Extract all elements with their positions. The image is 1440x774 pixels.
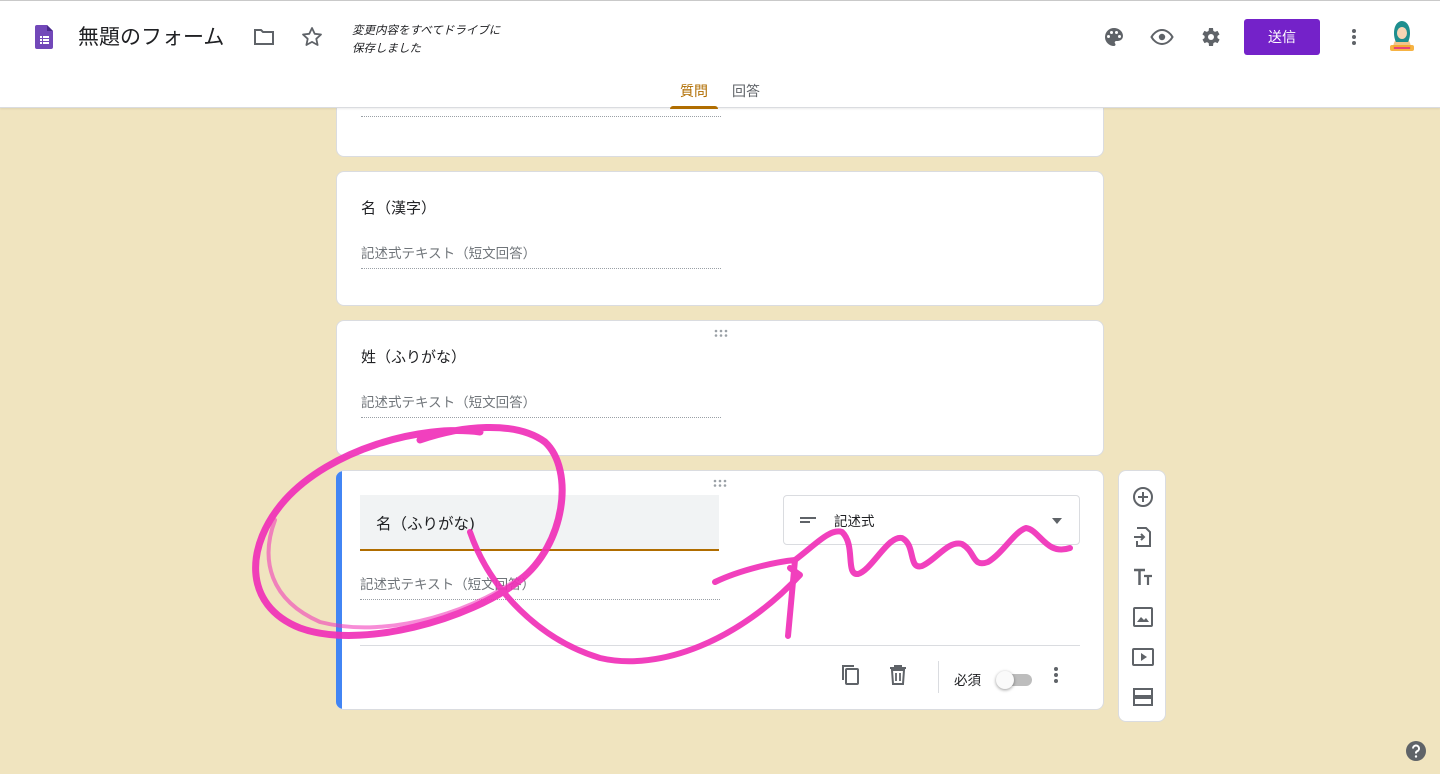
delete-trash-icon[interactable]: [886, 663, 910, 687]
question-card[interactable]: 名（漢字） 記述式テキスト（短文回答）: [336, 171, 1104, 306]
question-type-select[interactable]: 記述式: [783, 495, 1080, 545]
short-answer-field: 記述式テキスト（短文回答）: [360, 573, 720, 600]
active-indicator-bar: [336, 471, 342, 709]
add-image-icon[interactable]: [1131, 605, 1155, 629]
form-title[interactable]: 無題のフォーム: [78, 21, 224, 51]
save-status-line2: 保存しました: [352, 41, 421, 55]
short-answer-icon: [800, 517, 816, 523]
preview-eye-icon[interactable]: [1150, 25, 1174, 49]
save-status-line1: 変更内容をすべてドライブに: [352, 23, 501, 37]
card-divider: [360, 645, 1080, 646]
tab-questions[interactable]: 質問: [670, 81, 718, 109]
settings-gear-icon[interactable]: [1198, 25, 1222, 49]
star-icon[interactable]: [300, 25, 324, 49]
question-card[interactable]: 姓（ふりがな） 記述式テキスト（短文回答）: [336, 320, 1104, 456]
avatar[interactable]: [1388, 19, 1416, 53]
drag-handle-icon[interactable]: [712, 479, 728, 487]
more-vert-icon[interactable]: [1342, 25, 1366, 49]
required-toggle[interactable]: [996, 671, 1032, 689]
add-section-icon[interactable]: [1131, 685, 1155, 709]
short-answer-field: 記述式テキスト（短文回答）: [361, 391, 721, 418]
short-answer-field: 記述式テキスト（短文回答）: [361, 242, 721, 269]
side-toolbar: [1118, 470, 1166, 722]
duplicate-icon[interactable]: [838, 663, 862, 687]
required-label: 必須: [954, 673, 981, 689]
save-status: 変更内容をすべてドライブに 保存しました: [352, 21, 500, 57]
help-icon[interactable]: [1405, 740, 1427, 762]
question-title: 姓（ふりがな）: [361, 348, 467, 366]
add-video-icon[interactable]: [1131, 645, 1155, 669]
drag-handle-icon[interactable]: [713, 329, 729, 337]
tab-responses[interactable]: 回答: [732, 81, 760, 109]
app-header: 無題のフォーム 変更内容をすべてドライブに 保存しました 送信 質問 回答: [0, 0, 1440, 109]
question-title-input[interactable]: 名（ふりがな): [360, 495, 719, 551]
forms-logo-icon[interactable]: [35, 25, 53, 49]
palette-icon[interactable]: [1102, 25, 1126, 49]
question-title: 名（漢字）: [361, 199, 437, 217]
footer-separator: [938, 661, 939, 693]
add-title-icon[interactable]: [1131, 565, 1155, 589]
toggle-thumb: [996, 671, 1014, 689]
question-type-label: 記述式: [834, 514, 875, 530]
more-vert-icon[interactable]: [1044, 663, 1068, 687]
folder-icon[interactable]: [252, 25, 276, 49]
add-question-icon[interactable]: [1131, 485, 1155, 509]
active-question-card[interactable]: 名（ふりがな) 記述式 記述式テキスト（短文回答） 必須: [336, 470, 1104, 710]
send-button[interactable]: 送信: [1244, 19, 1320, 55]
chevron-down-icon: [1052, 518, 1062, 524]
import-questions-icon[interactable]: [1131, 525, 1155, 549]
